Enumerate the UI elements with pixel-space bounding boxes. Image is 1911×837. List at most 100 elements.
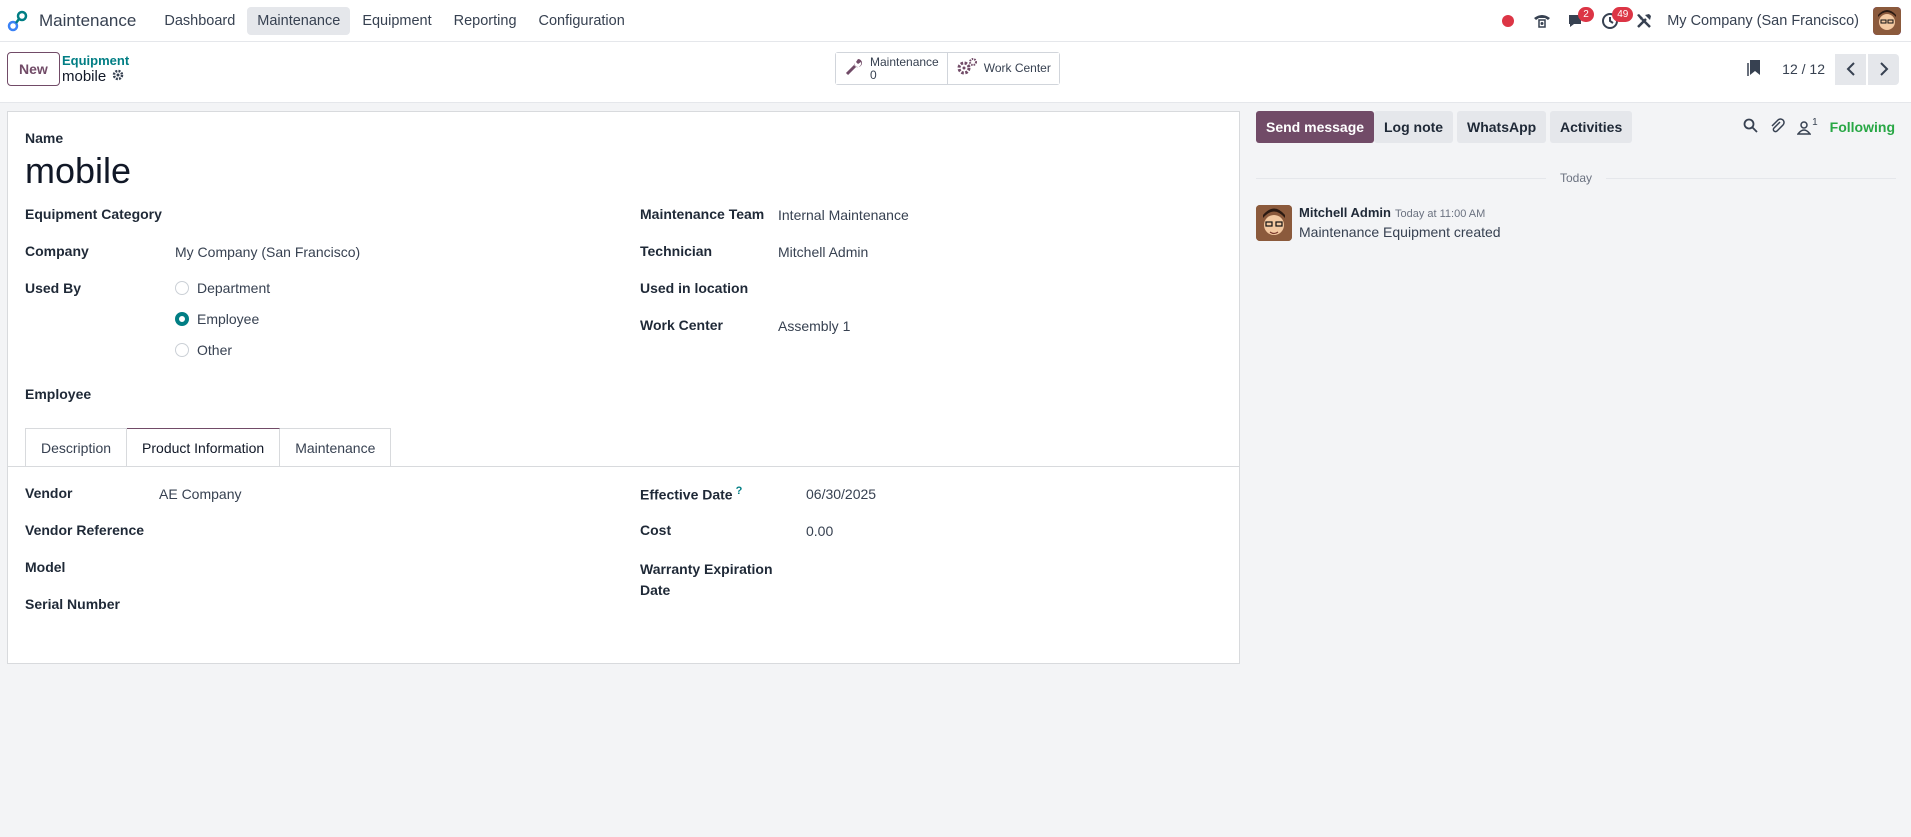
control-panel: New Equipment mobile Maintenance 0 Work … bbox=[0, 42, 1911, 103]
chevron-right-icon bbox=[1879, 62, 1888, 76]
radio-other-dot[interactable] bbox=[175, 343, 189, 357]
separator-line-right bbox=[1606, 178, 1896, 179]
effective-date-label: Effective Date? bbox=[640, 485, 742, 503]
follower-count: 1 bbox=[1812, 116, 1818, 128]
menu-equipment[interactable]: Equipment bbox=[352, 7, 441, 35]
send-message-button[interactable]: Send message bbox=[1256, 111, 1375, 143]
work-center-field[interactable]: Assembly 1 bbox=[778, 318, 850, 334]
employee-label: Employee bbox=[25, 386, 92, 402]
maintenance-team-field[interactable]: Internal Maintenance bbox=[778, 207, 909, 223]
radio-employee-dot[interactable] bbox=[175, 312, 189, 326]
menu-dashboard[interactable]: Dashboard bbox=[154, 7, 245, 35]
model-label: Model bbox=[25, 559, 66, 575]
maintenance-smart-label: Maintenance bbox=[870, 54, 939, 69]
breadcrumb-equipment[interactable]: Equipment bbox=[62, 53, 129, 68]
date-separator-label: Today bbox=[1559, 171, 1593, 185]
separator-line-left bbox=[1256, 178, 1546, 179]
activity-clock-icon[interactable]: 49 bbox=[1593, 0, 1634, 42]
radio-department[interactable]: Department bbox=[175, 280, 270, 296]
maintenance-team-label: Maintenance Team bbox=[640, 206, 765, 222]
tab-description[interactable]: Description bbox=[25, 428, 128, 466]
chatter-tools: 1 Following bbox=[1743, 111, 1895, 143]
following-button[interactable]: Following bbox=[1830, 119, 1895, 135]
chat-icon[interactable]: 2 bbox=[1559, 0, 1594, 42]
cost-label: Cost bbox=[640, 522, 672, 538]
technician-label: Technician bbox=[640, 243, 713, 259]
date-separator: Today bbox=[1256, 171, 1896, 185]
effective-date-field[interactable]: 06/30/2025 bbox=[806, 486, 876, 502]
radio-department-label: Department bbox=[197, 280, 271, 296]
app-name[interactable]: Maintenance bbox=[39, 11, 136, 31]
menu-maintenance[interactable]: Maintenance bbox=[247, 6, 351, 35]
notebook-tabs: Description Product Information Maintena… bbox=[25, 428, 392, 466]
cogs-icon bbox=[956, 57, 978, 80]
message-text: Maintenance Equipment created bbox=[1299, 224, 1501, 240]
wrench-icon bbox=[844, 57, 864, 80]
bookmark-icon[interactable] bbox=[1746, 59, 1762, 80]
activities-button[interactable]: Activities bbox=[1550, 111, 1633, 143]
debug-tools-icon[interactable] bbox=[1627, 0, 1661, 42]
warranty-label-line1: Warranty Expiration bbox=[640, 561, 773, 577]
message-timestamp: Today at 11:00 AM bbox=[1394, 208, 1486, 220]
chat-badge: 2 bbox=[1578, 7, 1594, 22]
tab-divider bbox=[8, 466, 1239, 467]
recording-dot-icon[interactable] bbox=[1491, 0, 1525, 42]
radio-department-dot[interactable] bbox=[175, 281, 189, 295]
message-author-avatar[interactable] bbox=[1256, 205, 1292, 241]
menu-reporting[interactable]: Reporting bbox=[444, 7, 527, 35]
used-in-location-label: Used in location bbox=[640, 280, 749, 296]
paperclip-icon[interactable] bbox=[1770, 118, 1785, 136]
company-field[interactable]: My Company (San Francisco) bbox=[175, 244, 360, 260]
user-icon bbox=[1797, 120, 1812, 135]
smart-buttons: Maintenance 0 Work Center bbox=[835, 52, 1060, 85]
radio-other[interactable]: Other bbox=[175, 342, 232, 358]
radio-employee-label: Employee bbox=[197, 311, 260, 327]
message-author-name[interactable]: Mitchell Admin bbox=[1299, 205, 1391, 220]
pager: 12 / 12 bbox=[1746, 52, 1911, 86]
name-label: Name bbox=[25, 130, 64, 146]
equipment-name-field[interactable]: mobile bbox=[25, 150, 131, 192]
help-tooltip-icon[interactable]: ? bbox=[736, 485, 743, 497]
gear-icon[interactable] bbox=[112, 68, 124, 85]
tab-product-information[interactable]: Product Information bbox=[127, 428, 281, 466]
search-icon[interactable] bbox=[1743, 118, 1758, 136]
user-avatar[interactable] bbox=[1873, 7, 1901, 35]
maintenance-smart-button[interactable]: Maintenance 0 bbox=[836, 53, 947, 84]
log-note-button[interactable]: Log note bbox=[1374, 111, 1454, 143]
message-author: Mitchell Admin Today at 11:00 AM bbox=[1299, 205, 1501, 220]
vendor-label: Vendor bbox=[25, 485, 73, 501]
app-logo-icon[interactable] bbox=[5, 8, 31, 34]
top-navbar: Maintenance Dashboard Maintenance Equipm… bbox=[0, 0, 1911, 42]
pager-next-button[interactable] bbox=[1868, 53, 1899, 85]
work-center-label: Work Center bbox=[640, 317, 723, 333]
technician-field[interactable]: Mitchell Admin bbox=[778, 244, 868, 260]
warranty-label-line2: Date bbox=[640, 582, 671, 598]
new-button[interactable]: New bbox=[7, 52, 60, 86]
workcenter-smart-button[interactable]: Work Center bbox=[946, 53, 1059, 84]
workcenter-smart-label: Work Center bbox=[983, 61, 1051, 75]
breadcrumb-current: mobile bbox=[62, 68, 124, 85]
vendor-reference-label: Vendor Reference bbox=[25, 522, 145, 538]
form-sheet: Name mobile Equipment Category Company M… bbox=[7, 111, 1240, 664]
used-by-label: Used By bbox=[25, 280, 82, 296]
followers-button[interactable]: 1 bbox=[1797, 116, 1818, 135]
maintenance-smart-count: 0 bbox=[870, 67, 877, 82]
vendor-field[interactable]: AE Company bbox=[159, 486, 241, 502]
pager-previous-button[interactable] bbox=[1835, 53, 1866, 85]
chevron-left-icon bbox=[1846, 62, 1855, 76]
breadcrumb-current-label: mobile bbox=[62, 68, 107, 85]
phone-icon[interactable] bbox=[1525, 0, 1559, 42]
cost-field[interactable]: 0.00 bbox=[806, 523, 833, 539]
warranty-expiration-label: Warranty Expiration Date bbox=[640, 559, 773, 601]
company-switcher[interactable]: My Company (San Francisco) bbox=[1667, 13, 1859, 29]
serial-number-label: Serial Number bbox=[25, 596, 120, 612]
radio-employee[interactable]: Employee bbox=[175, 311, 259, 327]
chatter: Send message Log note WhatsApp Activitie… bbox=[1248, 103, 1911, 837]
whatsapp-button[interactable]: WhatsApp bbox=[1457, 111, 1547, 143]
tab-maintenance[interactable]: Maintenance bbox=[280, 428, 392, 466]
chatter-message: Mitchell Admin Today at 11:00 AM Maintena… bbox=[1256, 205, 1501, 241]
company-label: Company bbox=[25, 243, 89, 259]
pager-value[interactable]: 12 / 12 bbox=[1782, 61, 1825, 77]
menu-configuration[interactable]: Configuration bbox=[529, 7, 635, 35]
radio-other-label: Other bbox=[197, 342, 233, 358]
